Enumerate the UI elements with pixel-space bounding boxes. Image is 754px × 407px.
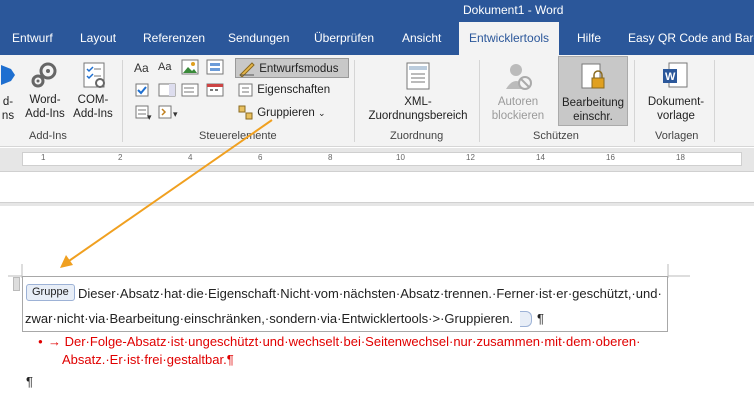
annotation-arrow bbox=[60, 119, 273, 268]
